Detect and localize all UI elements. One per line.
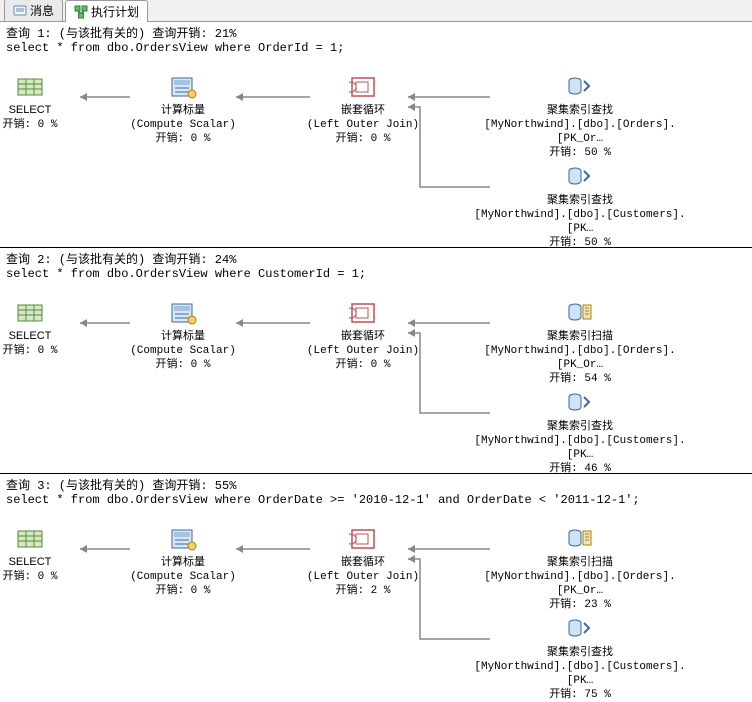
op-cost: 开销: 0 % [108,132,258,146]
op-name: 计算标量 [108,329,258,343]
node-clustered-index-seek-customers[interactable]: 聚集索引查找 [MyNorthwind].[dbo].[Customers].[… [470,165,690,250]
clustered-index-seek-icon [566,617,594,641]
clustered-index-scan-icon [566,527,594,551]
plan-canvas[interactable]: SELECT 开销: 0 % 计算标量 (Compute Scalar) 开销:… [0,509,752,689]
node-clustered-index-seek-customers[interactable]: 聚集索引查找 [MyNorthwind].[dbo].[Customers].[… [470,391,690,476]
compute-scalar-icon [169,301,197,325]
node-compute-scalar[interactable]: 计算标量 (Compute Scalar) 开销: 0 % [108,301,258,372]
tab-messages-label: 消息 [30,2,54,19]
op-cost: 开销: 75 % [470,688,690,702]
nested-loops-icon [349,301,377,325]
execution-plan-area: 查询 1: (与该批有关的) 查询开销: 21% select * from d… [0,22,752,689]
query-header: 查询 1: (与该批有关的) 查询开销: 21% select * from d… [0,22,752,57]
query-block-1: 查询 1: (与该批有关的) 查询开销: 21% select * from d… [0,22,752,247]
node-clustered-index-scan-orders[interactable]: 聚集索引扫描 [MyNorthwind].[dbo].[Orders].[PK_… [470,301,690,386]
op-cost: 开销: 0 % [288,132,438,146]
node-select[interactable]: SELECT 开销: 0 % [0,527,90,584]
op-sub: (Left Outer Join) [288,344,438,358]
op-name: SELECT [0,329,90,343]
select-icon [16,75,44,99]
op-sub: (Left Outer Join) [288,118,438,132]
plan-icon [74,5,88,19]
query-sql: select * from dbo.OrdersView where Order… [6,493,746,509]
node-nested-loops[interactable]: 嵌套循环 (Left Outer Join) 开销: 2 % [288,527,438,598]
query-title: 查询 2: (与该批有关的) 查询开销: 24% [6,250,746,267]
op-sub: (Compute Scalar) [108,570,258,584]
select-icon [16,527,44,551]
nested-loops-icon [349,75,377,99]
clustered-index-seek-icon [566,165,594,189]
op-sub: [MyNorthwind].[dbo].[Customers].[PK… [470,660,690,689]
plan-canvas[interactable]: SELECT 开销: 0 % 计算标量 (Compute Scalar) 开销:… [0,57,752,247]
compute-scalar-icon [169,527,197,551]
query-block-2: 查询 2: (与该批有关的) 查询开销: 24% select * from d… [0,247,752,473]
op-name: 计算标量 [108,103,258,117]
node-clustered-index-seek-customers[interactable]: 聚集索引查找 [MyNorthwind].[dbo].[Customers].[… [470,617,690,702]
op-name: SELECT [0,103,90,117]
query-header: 查询 2: (与该批有关的) 查询开销: 24% select * from d… [0,248,752,283]
op-cost: 开销: 54 % [470,372,690,386]
node-compute-scalar[interactable]: 计算标量 (Compute Scalar) 开销: 0 % [108,527,258,598]
op-cost: 开销: 0 % [0,344,90,358]
op-cost: 开销: 46 % [470,462,690,476]
op-cost: 开销: 50 % [470,236,690,250]
op-name: SELECT [0,555,90,569]
op-name: 嵌套循环 [288,555,438,569]
op-name: 计算标量 [108,555,258,569]
op-name: 聚集索引扫描 [470,555,690,569]
node-nested-loops[interactable]: 嵌套循环 (Left Outer Join) 开销: 0 % [288,75,438,146]
op-cost: 开销: 0 % [108,584,258,598]
op-cost: 开销: 50 % [470,146,690,160]
query-sql: select * from dbo.OrdersView where Custo… [6,267,746,283]
op-name: 聚集索引查找 [470,645,690,659]
tab-execution-plan[interactable]: 执行计划 [65,0,148,22]
node-select[interactable]: SELECT 开销: 0 % [0,301,90,358]
tab-messages[interactable]: 消息 [4,0,63,21]
node-nested-loops[interactable]: 嵌套循环 (Left Outer Join) 开销: 0 % [288,301,438,372]
query-header: 查询 3: (与该批有关的) 查询开销: 55% select * from d… [0,474,752,509]
query-sql: select * from dbo.OrdersView where Order… [6,41,746,57]
op-cost: 开销: 0 % [0,118,90,132]
tab-plan-label: 执行计划 [91,3,139,20]
node-compute-scalar[interactable]: 计算标量 (Compute Scalar) 开销: 0 % [108,75,258,146]
op-sub: [MyNorthwind].[dbo].[Orders].[PK_Or… [470,570,690,599]
query-title: 查询 3: (与该批有关的) 查询开销: 55% [6,476,746,493]
op-name: 嵌套循环 [288,103,438,117]
op-sub: [MyNorthwind].[dbo].[Orders].[PK_Or… [470,344,690,373]
node-clustered-index-seek-orders[interactable]: 聚集索引查找 [MyNorthwind].[dbo].[Orders].[PK_… [470,75,690,160]
op-cost: 开销: 0 % [108,358,258,372]
clustered-index-seek-icon [566,391,594,415]
op-cost: 开销: 23 % [470,598,690,612]
plan-canvas[interactable]: SELECT 开销: 0 % 计算标量 (Compute Scalar) 开销:… [0,283,752,473]
messages-icon [13,4,27,18]
op-name: 聚集索引查找 [470,193,690,207]
node-select[interactable]: SELECT 开销: 0 % [0,75,90,132]
op-cost: 开销: 0 % [0,570,90,584]
op-sub: (Compute Scalar) [108,118,258,132]
node-clustered-index-scan-orders[interactable]: 聚集索引扫描 [MyNorthwind].[dbo].[Orders].[PK_… [470,527,690,612]
op-cost: 开销: 2 % [288,584,438,598]
op-sub: [MyNorthwind].[dbo].[Customers].[PK… [470,434,690,463]
query-block-3: 查询 3: (与该批有关的) 查询开销: 55% select * from d… [0,473,752,689]
select-icon [16,301,44,325]
clustered-index-seek-icon [566,75,594,99]
op-name: 聚集索引查找 [470,419,690,433]
op-name: 聚集索引扫描 [470,329,690,343]
query-title: 查询 1: (与该批有关的) 查询开销: 21% [6,24,746,41]
results-tabs: 消息 执行计划 [0,0,752,22]
op-name: 嵌套循环 [288,329,438,343]
op-cost: 开销: 0 % [288,358,438,372]
op-sub: (Left Outer Join) [288,570,438,584]
op-sub: (Compute Scalar) [108,344,258,358]
nested-loops-icon [349,527,377,551]
compute-scalar-icon [169,75,197,99]
op-name: 聚集索引查找 [470,103,690,117]
op-sub: [MyNorthwind].[dbo].[Orders].[PK_Or… [470,118,690,147]
clustered-index-scan-icon [566,301,594,325]
op-sub: [MyNorthwind].[dbo].[Customers].[PK… [470,208,690,237]
